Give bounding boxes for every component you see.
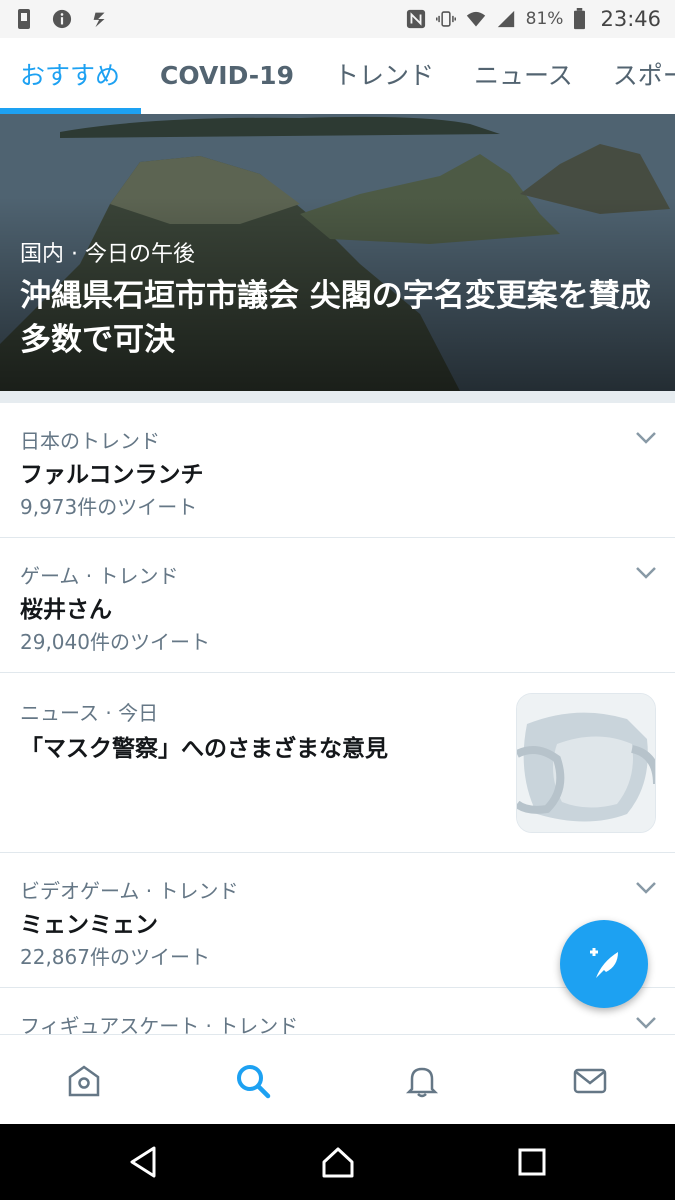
tab-trends[interactable]: トレンド xyxy=(314,38,454,114)
trend-context: ゲーム · トレンド xyxy=(20,564,179,588)
messages-icon xyxy=(573,1068,607,1094)
battery-percent: 81% xyxy=(525,9,564,29)
nav-notifications-button[interactable] xyxy=(402,1061,442,1101)
clock: 23:46 xyxy=(600,7,661,31)
compose-tweet-button[interactable] xyxy=(560,920,648,1008)
nav-home-button[interactable] xyxy=(64,1061,104,1101)
compose-feather-icon xyxy=(590,948,618,978)
trend-count: 9,973件のツイート xyxy=(20,495,198,519)
trend-context: ビデオゲーム · トレンド xyxy=(20,879,239,903)
tab-covid19[interactable]: COVID-19 xyxy=(140,38,314,114)
hero-headline: 沖縄県石垣市市議会 尖閣の字名変更案を賛成多数で可決 xyxy=(20,278,651,358)
vibrate-icon xyxy=(435,11,456,27)
chevron-down-icon[interactable] xyxy=(635,881,657,895)
trend-item[interactable]: ゲーム · トレンド 桜井さん 29,040件のツイート xyxy=(0,538,675,673)
signal-icon xyxy=(497,10,514,28)
status-bar: 81% 23:46 xyxy=(0,0,675,38)
chevron-down-icon[interactable] xyxy=(635,1016,657,1030)
hero-meta: 国内 · 今日の午後 xyxy=(20,242,195,267)
tab-recommended[interactable]: おすすめ xyxy=(0,38,140,114)
trend-title: ファルコンランチ xyxy=(20,462,204,488)
trend-count: 22,867件のツイート xyxy=(20,945,210,969)
mask-image xyxy=(517,694,655,832)
section-divider xyxy=(0,391,675,403)
search-icon xyxy=(237,1065,271,1099)
trend-context: 日本のトレンド xyxy=(20,429,160,453)
chevron-down-icon[interactable] xyxy=(635,431,657,445)
news-context: ニュース · 今日 xyxy=(20,701,159,725)
tab-sports[interactable]: スポーツ xyxy=(593,38,675,114)
phone-icon xyxy=(18,9,30,29)
wifi-icon xyxy=(466,11,485,27)
explore-tabs: おすすめ COVID-19 トレンド ニュース スポーツ xyxy=(0,38,675,114)
trend-count: 29,040件のツイート xyxy=(20,630,210,654)
news-thumbnail xyxy=(516,693,656,833)
trend-context: フィギュアスケート · トレンド xyxy=(20,1014,299,1034)
notifications-icon xyxy=(405,1067,439,1098)
home-icon xyxy=(68,1065,100,1097)
bottom-navigation xyxy=(0,1034,675,1124)
hero-news-card[interactable]: 国内 · 今日の午後 沖縄県石垣市市議会 尖閣の字名変更案を賛成多数で可決 xyxy=(0,114,675,391)
news-item[interactable]: ニュース · 今日 「マスク警察」へのさまざまな意見 xyxy=(0,673,675,853)
chevron-down-icon[interactable] xyxy=(635,566,657,580)
system-navigation-bar xyxy=(0,1124,675,1200)
notification-icon xyxy=(93,12,105,28)
back-icon[interactable] xyxy=(126,1144,162,1180)
tab-news[interactable]: ニュース xyxy=(454,38,593,114)
battery-icon xyxy=(574,8,586,30)
nfc-icon xyxy=(406,9,425,29)
nav-messages-button[interactable] xyxy=(570,1061,610,1101)
trend-title: 桜井さん xyxy=(20,597,112,623)
nav-search-button[interactable] xyxy=(233,1061,273,1101)
info-icon xyxy=(52,9,72,29)
home-icon[interactable] xyxy=(320,1144,356,1180)
trend-item[interactable]: 日本のトレンド ファルコンランチ 9,973件のツイート xyxy=(0,403,675,538)
news-title: 「マスク警察」へのさまざまな意見 xyxy=(20,736,388,762)
recents-icon[interactable] xyxy=(514,1144,550,1180)
trend-title: ミェンミェン xyxy=(20,912,158,938)
